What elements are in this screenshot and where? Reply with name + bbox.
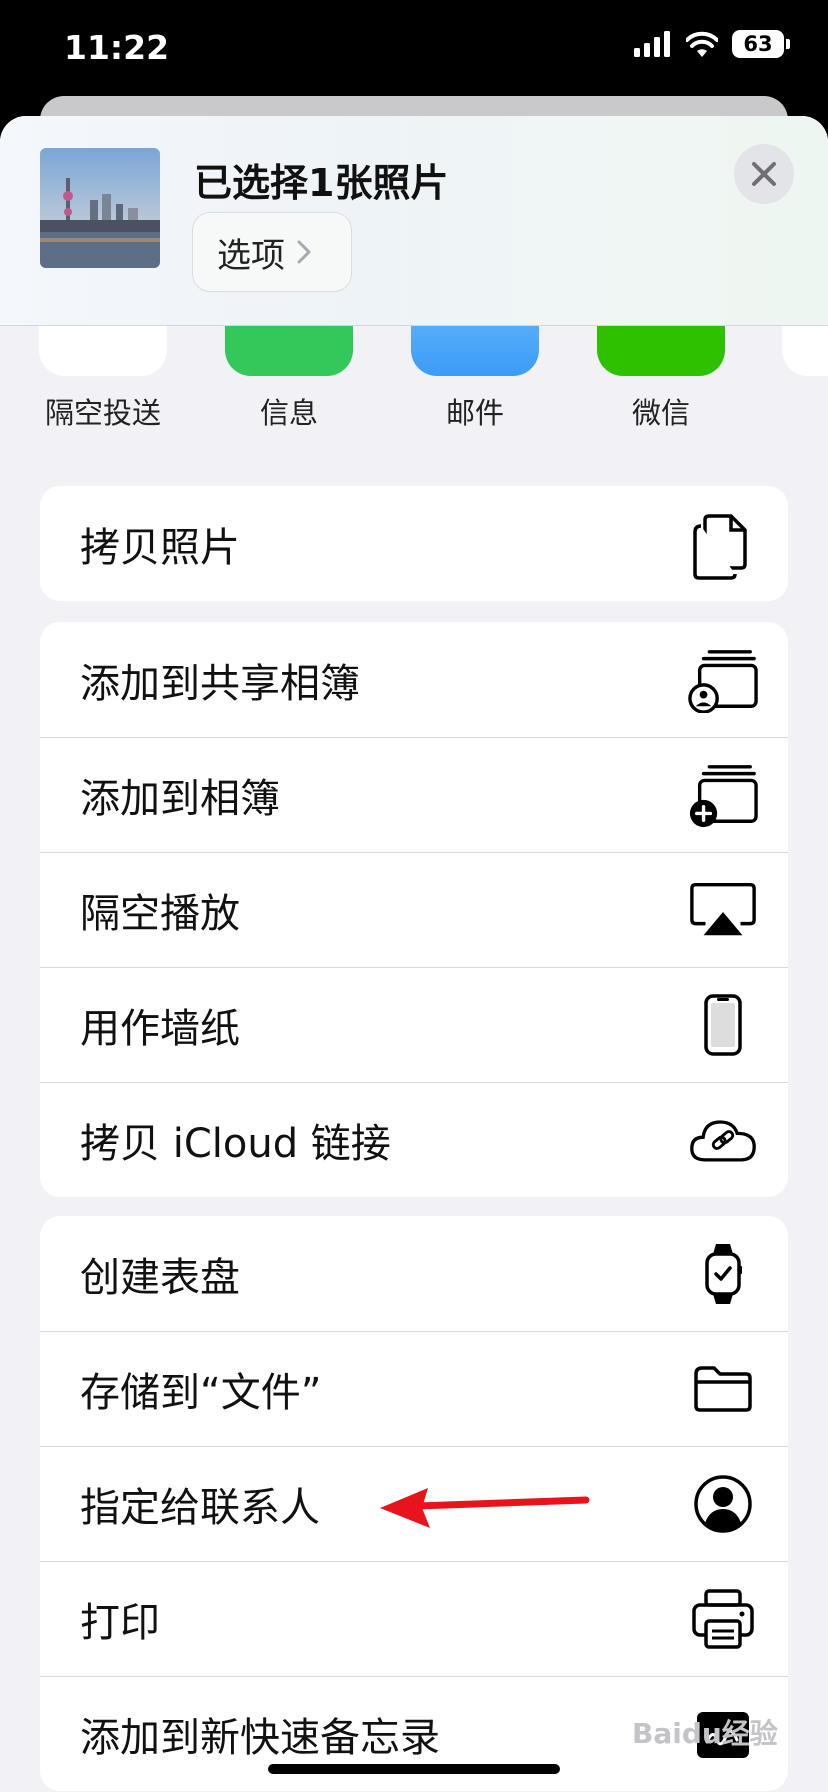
action-use-as-wallpaper[interactable]: 用作墙纸: [40, 967, 788, 1082]
action-label: 拷贝 iCloud 链接: [80, 1121, 391, 1167]
copy-icon: [688, 509, 758, 580]
phone-icon: [688, 990, 758, 1060]
action-create-watch-face[interactable]: 创建表盘: [40, 1216, 788, 1331]
action-group-album: 添加到共享相簿 添加到相簿 隔空播放 用作墙纸 拷贝 iCloud 链接: [40, 622, 788, 1197]
status-icons: 63: [634, 30, 790, 58]
app-label: 信息: [259, 396, 318, 430]
app-label: 邮件: [445, 396, 504, 430]
add-album-icon: [688, 760, 758, 830]
shared-album-icon: [688, 645, 758, 715]
action-label: 创建表盘: [80, 1254, 240, 1301]
action-label: 用作墙纸: [80, 1006, 240, 1052]
photo-thumbnail: [40, 148, 160, 268]
cloud-link-icon: [688, 1105, 758, 1175]
action-label: 添加到共享相簿: [80, 660, 360, 707]
action-label: 指定给联系人: [80, 1485, 320, 1531]
battery-indicator: 63: [732, 30, 784, 58]
action-airplay[interactable]: 隔空播放: [40, 852, 788, 967]
share-sheet-header: 已选择1张照片 选项: [0, 116, 828, 326]
action-save-to-files[interactable]: 存储到“文件”: [40, 1331, 788, 1446]
status-bar: 11:22 63: [0, 0, 828, 100]
chevron-right-icon: [297, 240, 311, 264]
app-label: 隔空投送: [44, 396, 161, 430]
cellular-signal-icon: [634, 31, 670, 57]
close-button[interactable]: [734, 144, 794, 204]
status-time: 11:22: [64, 28, 170, 67]
battery-tip: [786, 39, 790, 49]
action-label: 隔空播放: [80, 891, 240, 937]
contact-icon: [688, 1469, 758, 1539]
action-label: 存储到“文件”: [80, 1370, 322, 1416]
options-label: 选项: [217, 235, 285, 276]
action-label: 打印: [80, 1600, 160, 1646]
folder-icon: [688, 1354, 758, 1424]
action-copy-photo[interactable]: 拷贝照片: [40, 486, 788, 601]
share-sheet: 隔空投送 信息 邮件 微信 已选择1张照片 选项 拷贝照片 添加到共享相簿 添加…: [0, 116, 828, 1792]
action-label: 拷贝照片: [80, 524, 240, 571]
home-indicator[interactable]: [268, 1764, 560, 1774]
red-annotation-arrow: [380, 1488, 590, 1528]
action-add-to-album[interactable]: 添加到相簿: [40, 737, 788, 852]
watch-icon: [688, 1239, 758, 1309]
options-button[interactable]: 选项: [192, 212, 352, 292]
close-icon: [752, 162, 776, 186]
app-label: 微信: [631, 396, 690, 430]
baidu-watermark: Baidu经验: [632, 1717, 778, 1750]
action-group-copy: 拷贝照片: [40, 486, 788, 601]
printer-icon: [688, 1584, 758, 1654]
action-add-shared-album[interactable]: 添加到共享相簿: [40, 622, 788, 737]
action-label: 添加到相簿: [80, 776, 280, 822]
share-title: 已选择1张照片: [194, 161, 449, 205]
airplay-icon: [688, 875, 758, 945]
wifi-icon: [686, 31, 718, 57]
action-print[interactable]: 打印: [40, 1561, 788, 1676]
action-copy-icloud-link[interactable]: 拷贝 iCloud 链接: [40, 1082, 788, 1197]
action-label: 添加到新快速备忘录: [80, 1715, 440, 1761]
